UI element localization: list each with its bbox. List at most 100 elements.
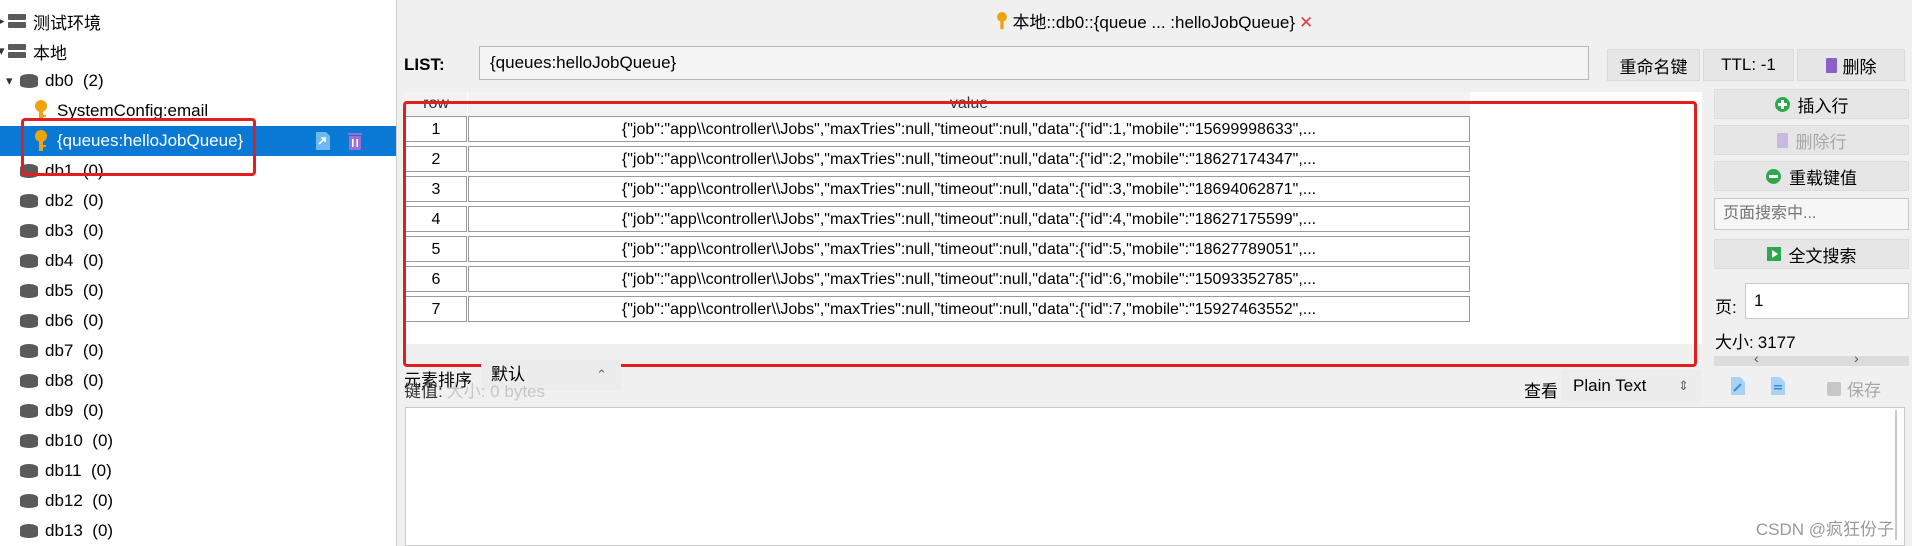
tree-item-db1[interactable]: db1 (0): [0, 156, 396, 186]
server-icon: [8, 14, 26, 28]
delete-key-label: 删除: [1842, 57, 1877, 77]
tree-item-label: db0 (2): [45, 71, 104, 90]
tree-item-db6[interactable]: db6 (0): [0, 306, 396, 336]
trash-icon: [1825, 57, 1837, 73]
tree-item-db11[interactable]: db11 (0): [0, 456, 396, 486]
tree-item-db5[interactable]: db5 (0): [0, 276, 396, 306]
key-icon: [35, 100, 47, 121]
tree-item-db3[interactable]: db3 (0): [0, 216, 396, 246]
database-icon: [20, 464, 38, 478]
tree-item-db0[interactable]: ▾ db0 (2): [0, 66, 396, 96]
tree-item-label: SystemConfig:email: [57, 101, 209, 120]
ttl-button[interactable]: TTL: -1: [1703, 49, 1794, 81]
database-icon: [20, 254, 38, 268]
tree-item-label: db6 (0): [45, 311, 104, 330]
view-format-select[interactable]: Plain Text ⇕: [1561, 370, 1701, 402]
value-size: 大小: 0 bytes: [446, 382, 545, 401]
table-row[interactable]: 7 {"job":"app\\controller\\Jobs","maxTrie…: [405, 294, 1702, 324]
tree-item-label: db12 (0): [45, 491, 114, 510]
collapse-arrow-icon[interactable]: ▾: [0, 43, 5, 59]
row-index-cell: 1: [405, 116, 467, 142]
plus-circle-icon: [1774, 96, 1790, 112]
value-cell: {"job":"app\\controller\\Jobs","maxTries…: [468, 206, 1470, 232]
tree-item-db9[interactable]: db9 (0): [0, 396, 396, 426]
key-editor-panel: 本地::db0::{queue ... :helloJobQueue} ✕ LIS…: [397, 0, 1912, 546]
tree-item-key-systemconfig[interactable]: SystemConfig:email: [0, 96, 396, 126]
tree-item-label: db10 (0): [45, 431, 114, 450]
tree-item-db8[interactable]: db8 (0): [0, 366, 396, 396]
tab-key[interactable]: 本地::db0::{queue ... :helloJobQueue} ✕: [397, 8, 1912, 33]
collapse-arrow-icon[interactable]: ▾: [6, 73, 13, 89]
view-label: 查看: [1524, 382, 1558, 401]
page-search-input[interactable]: [1714, 198, 1909, 230]
expand-arrow-icon[interactable]: ▸: [0, 13, 5, 29]
tree-item-local[interactable]: ▾ 本地: [0, 36, 396, 66]
rename-key-label: 重命名键: [1619, 57, 1688, 77]
table-row[interactable]: 5 {"job":"app\\controller\\Jobs","maxTrie…: [405, 234, 1702, 264]
save-button[interactable]: 保存: [1827, 376, 1881, 401]
table-row[interactable]: 6 {"job":"app\\controller\\Jobs","maxTrie…: [405, 264, 1702, 294]
view-format-value: Plain Text: [1573, 376, 1647, 395]
delete-row-button[interactable]: 删除行: [1714, 125, 1909, 155]
database-icon: [20, 524, 38, 538]
tree-item-db13[interactable]: db13 (0): [0, 516, 396, 546]
watermark: CSDN @疯狂份子: [1755, 520, 1894, 539]
pager-bar: ‹ ›: [1714, 350, 1909, 366]
database-icon: [20, 284, 38, 298]
prev-page-icon[interactable]: ‹: [1754, 350, 1759, 366]
size-value: 3177: [1757, 333, 1796, 352]
tree-item-key-hellojobqueue[interactable]: {queues:helloJobQueue}: [0, 126, 396, 156]
tab-title: 本地::db0::{queue ... :helloJobQueue}: [1012, 13, 1296, 32]
table-row[interactable]: 4 {"job":"app\\controller\\Jobs","maxTrie…: [405, 204, 1702, 234]
database-icon: [20, 374, 38, 388]
open-in-tab-icon[interactable]: [314, 131, 332, 151]
full-text-search-button[interactable]: 全文搜索: [1714, 239, 1909, 269]
reload-icon: [1766, 168, 1781, 184]
key-name-input[interactable]: [479, 46, 1589, 80]
delete-key-icon[interactable]: [346, 131, 364, 151]
tree-item-db7[interactable]: db7 (0): [0, 336, 396, 366]
row-index-cell: 2: [405, 146, 467, 172]
insert-row-button[interactable]: 插入行: [1714, 89, 1909, 119]
page-number-input[interactable]: [1745, 283, 1909, 319]
close-tab-icon[interactable]: ✕: [1299, 13, 1313, 32]
value-editor[interactable]: [405, 407, 1905, 546]
database-icon: [20, 164, 38, 178]
row-index-cell: 4: [405, 206, 467, 232]
delete-key-button[interactable]: 删除: [1797, 49, 1905, 81]
chevron-updown-icon: ⇕: [1678, 378, 1689, 393]
value-cell: {"job":"app\\controller\\Jobs","maxTries…: [468, 266, 1470, 292]
rename-key-button[interactable]: 重命名键: [1607, 49, 1700, 81]
database-icon: [20, 194, 38, 208]
row-index-cell: 3: [405, 176, 467, 202]
tree-item-db2[interactable]: db2 (0): [0, 186, 396, 216]
key-type-label: LIST:: [404, 55, 445, 74]
table-row[interactable]: 2 {"job":"app\\controller\\Jobs","maxTrie…: [405, 144, 1702, 174]
tree-item-label: db4 (0): [45, 251, 104, 270]
row-index-cell: 5: [405, 236, 467, 262]
tree-item-label: db1 (0): [45, 161, 104, 180]
save-label: 保存: [1847, 381, 1881, 400]
play-icon: [1766, 247, 1781, 261]
database-icon: [20, 434, 38, 448]
tree-item-label: 本地: [33, 43, 67, 63]
edit-file-icon[interactable]: [1730, 376, 1746, 396]
reload-value-button[interactable]: 重载键值: [1714, 161, 1909, 191]
database-icon: [20, 314, 38, 328]
database-icon: [20, 344, 38, 358]
copy-file-icon[interactable]: [1770, 376, 1786, 396]
tree-item-db4[interactable]: db4 (0): [0, 246, 396, 276]
next-page-icon[interactable]: ›: [1854, 350, 1859, 366]
table-row[interactable]: 3 {"job":"app\\controller\\Jobs","maxTrie…: [405, 174, 1702, 204]
tree-item-db10[interactable]: db10 (0): [0, 426, 396, 456]
tree-item-label: db13 (0): [45, 521, 114, 540]
full-text-search-label: 全文搜索: [1788, 246, 1857, 266]
tree-item-label: db7 (0): [45, 341, 104, 360]
value-cell: {"job":"app\\controller\\Jobs","maxTries…: [468, 116, 1470, 142]
key-icon: [35, 130, 47, 151]
value-cell: {"job":"app\\controller\\Jobs","maxTries…: [468, 146, 1470, 172]
chevron-updown-icon: ⌃: [596, 367, 607, 382]
tree-item-test-env[interactable]: ▸ 测试环境: [0, 6, 396, 36]
table-row[interactable]: 1 {"job":"app\\controller\\Jobs","maxTrie…: [405, 114, 1702, 144]
tree-item-db12[interactable]: db12 (0): [0, 486, 396, 516]
